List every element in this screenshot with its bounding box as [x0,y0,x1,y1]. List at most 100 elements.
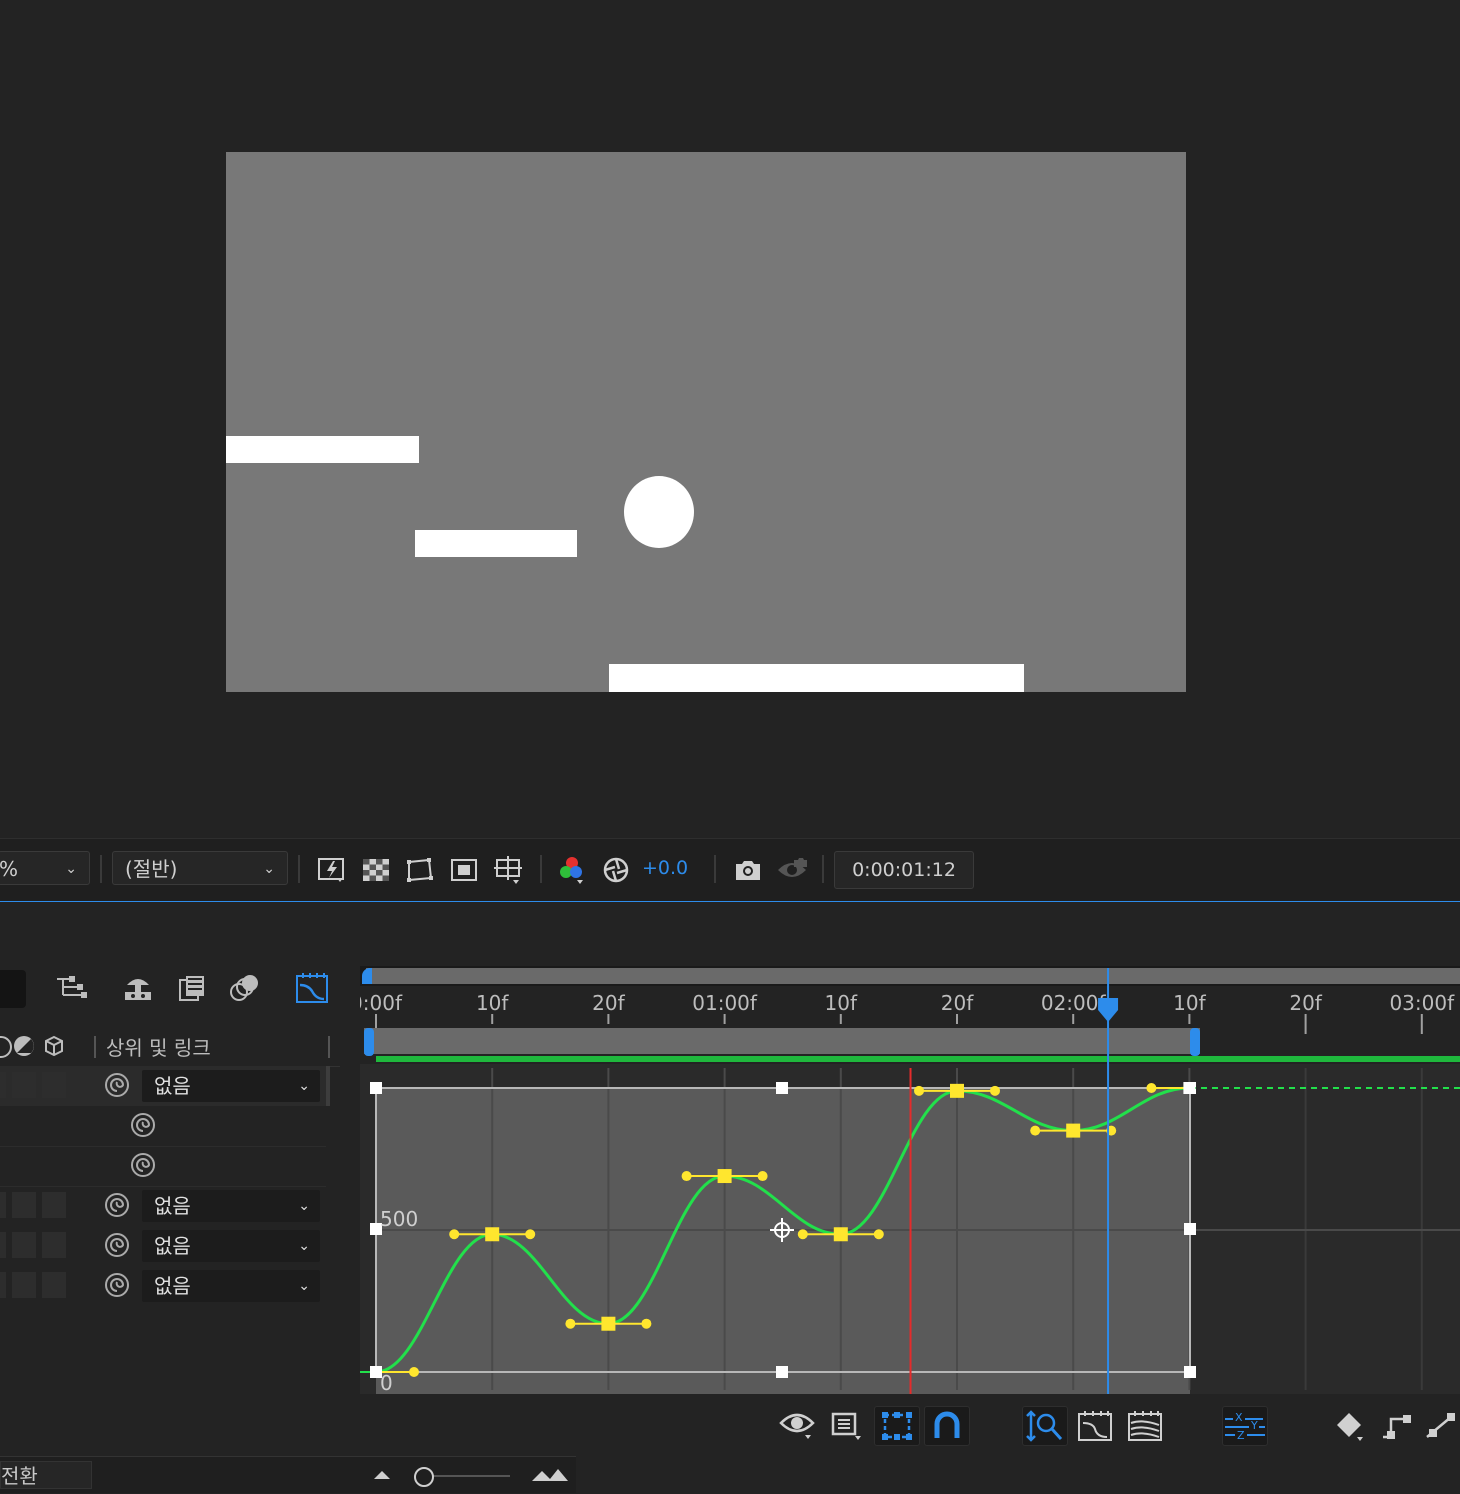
bezier-handle [797,1229,808,1240]
pick-whip-icon[interactable] [102,1190,132,1220]
guides-icon[interactable] [491,853,525,887]
show-snapshot-icon[interactable] [775,853,809,887]
ruler-label: 20f [592,991,625,1015]
layer-switch[interactable] [0,1232,6,1258]
bezier-handle [565,1318,576,1329]
toolbar-divider [822,855,824,883]
zoom-dropdown[interactable]: % ⌄ [0,851,90,885]
layer-switch[interactable] [12,1272,36,1298]
zoom-in-icon[interactable] [530,1465,570,1485]
parent-value: 없음 [154,1234,191,1258]
graph-editor-toolbar: XYZ [360,1394,1460,1464]
transform-box-icon[interactable] [874,1406,920,1446]
resolution-value: (절반) [125,857,178,881]
mask-path-icon[interactable] [403,853,437,887]
frame-blending-icon[interactable] [174,968,210,1008]
parent-dropdown[interactable]: 없음 ⌄ [142,1070,320,1102]
linear-keyframe-icon[interactable] [1418,1406,1460,1446]
layer-switch[interactable] [42,1192,66,1218]
platform-top-left[interactable] [226,436,419,463]
composition-frame[interactable] [226,152,1186,692]
layer-switch[interactable] [42,1232,66,1258]
parent-dropdown[interactable]: 없음 ⌄ [142,1190,320,1222]
keyframe [833,1227,848,1242]
auto-zoom-height-icon[interactable] [1022,1406,1068,1446]
ball-shape[interactable] [624,476,694,548]
ruler-label: 01:00f [692,991,758,1015]
resolution-dropdown[interactable]: (절반) ⌄ [112,851,288,885]
current-time-display[interactable]: 0:00:01:12 [834,851,974,889]
layer-row[interactable]: 없음 ⌄ [0,1186,326,1226]
region-of-interest-icon[interactable] [447,853,481,887]
bezier-handle [449,1229,460,1240]
zoom-value: % [0,857,19,881]
hold-keyframe-icon[interactable] [1374,1406,1420,1446]
snapshot-icon[interactable] [731,853,765,887]
snap-icon[interactable] [924,1406,970,1446]
work-area-start-handle[interactable] [364,1028,374,1056]
pick-whip-icon[interactable] [102,1070,132,1100]
zoom-out-icon[interactable] [370,1465,394,1485]
toolbar-divider [714,855,716,883]
fit-selection-icon[interactable] [1072,1406,1118,1446]
work-area-bar[interactable] [364,1028,1200,1054]
3d-layer-icon [45,1035,63,1057]
motion-blur-icon[interactable] [226,968,262,1008]
bezier-handle [1030,1125,1041,1136]
chevron-down-icon: ⌄ [263,861,275,877]
layer-switch[interactable] [12,1072,36,1098]
layer-row[interactable]: 없음 ⌄ [0,1266,326,1306]
pick-whip-icon[interactable] [128,1110,158,1140]
graph-options-icon[interactable] [824,1406,870,1446]
svg-text:X: X [1235,1411,1243,1424]
layer-switch[interactable] [0,1272,6,1298]
timeline-switches-row [0,964,328,1018]
toggle-switches-modes-button[interactable]: 전환 [0,1461,92,1489]
layer-switch[interactable] [12,1232,36,1258]
keyframe [717,1169,732,1184]
time-navigator[interactable] [366,968,1460,984]
viewer-toolbar: % ⌄ (절반) ⌄ +0.0 0:00:01:12 [0,838,1460,903]
bezier-handle [757,1171,768,1182]
bezier-handle [409,1367,419,1377]
reset-exposure-icon[interactable] [599,853,633,887]
layer-switch[interactable] [0,1072,6,1098]
channel-icon[interactable] [555,853,589,887]
fast-preview-icon[interactable] [315,853,349,887]
layer-switch[interactable] [12,1192,36,1218]
comp-flowchart-icon[interactable] [54,968,90,1008]
layer-row[interactable]: 없음 ⌄ [0,1226,326,1266]
exposure-value[interactable]: +0.0 [642,857,688,879]
work-area-end-handle[interactable] [1190,1028,1200,1056]
keyframe [950,1083,964,1098]
platform-middle[interactable] [415,530,577,557]
layer-row[interactable]: 없음 ⌄ [0,1066,330,1106]
layer-switch[interactable] [42,1272,66,1298]
chevron-down-icon: ⌄ [298,1198,310,1214]
transparency-grid-icon[interactable] [359,853,393,887]
property-row [0,1146,326,1187]
graph-editor-icon[interactable] [294,968,330,1008]
fit-all-icon[interactable] [1122,1406,1168,1446]
graph-editor[interactable]: 0:00f 10f 20f 01:00f 10f 20f 02:00f 10f 20f 03:00… [360,964,1460,1394]
parent-value: 없음 [154,1194,191,1218]
parent-dropdown[interactable]: 없음 ⌄ [142,1230,320,1262]
column-header: 상위 및 링크 [0,1024,340,1067]
layer-switch[interactable] [42,1072,66,1098]
pick-whip-icon[interactable] [128,1150,158,1180]
layer-switch[interactable] [0,1192,6,1218]
zoom-slider-thumb[interactable] [414,1467,434,1487]
timecode-field[interactable] [0,970,26,1008]
edit-keyframe-icon[interactable] [1326,1406,1372,1446]
keyframe [1066,1123,1081,1138]
show-properties-icon[interactable] [774,1406,820,1446]
pick-whip-icon[interactable] [102,1230,132,1260]
platform-bottom[interactable] [609,664,1024,692]
parent-dropdown[interactable]: 없음 ⌄ [142,1270,320,1302]
ruler-label: 10f [1173,991,1206,1015]
pick-whip-icon[interactable] [102,1270,132,1300]
toolbar-divider [298,855,300,883]
ruler-label: 20f [941,991,974,1015]
separate-dimensions-icon[interactable]: XYZ [1222,1406,1268,1446]
shy-layers-icon[interactable] [120,968,156,1008]
